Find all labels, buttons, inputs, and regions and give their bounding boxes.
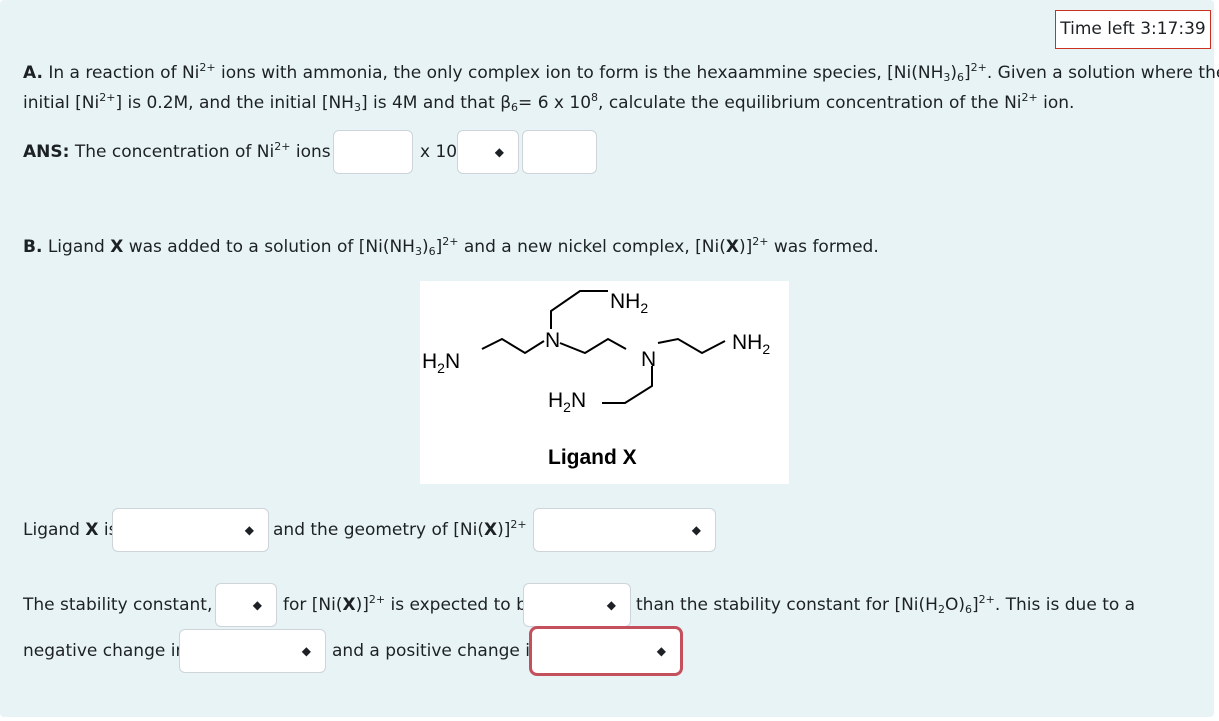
chevron-up-down-icon: ◆ [494,145,504,159]
ligand-x: X [110,237,124,257]
text: was formed. [768,237,879,257]
subscript: 6 [957,71,964,84]
geometry-label: and the geometry of [Ni(X)]2+ is [273,519,546,541]
subscript: 3 [353,101,361,114]
n-left-label: N [545,329,560,352]
charge: 2+ [510,518,527,531]
part-b-letter: B. [23,237,43,257]
chevron-up-down-icon: ◆ [606,598,616,612]
text: = 6 x 10 [518,93,592,113]
subscript: 3 [414,245,422,258]
charge: 2+ [368,593,386,606]
text: ] is 4M and that β [360,93,512,113]
text: was added to a solution of [Ni(NH [123,237,415,257]
ligand-x: X [725,237,739,257]
charge: 2+ [1021,91,1038,104]
part-a-letter: A. [23,63,43,83]
text: initial [Ni [23,93,100,113]
text: ) [950,63,957,83]
text: and a new nickel complex, [Ni( [458,237,726,257]
figure-caption: Ligand X [548,446,637,469]
negative-change-select[interactable]: ◆ [179,629,326,673]
text: O) [944,595,965,615]
subscript: 6 [511,101,519,114]
text: is expected to be [385,595,538,615]
nh2-right-label: NH2 [732,331,770,357]
ligand-x: X [85,520,99,540]
subscript: 6 [964,603,972,616]
charge: 2+ [199,61,216,74]
part-a-line-2: initial [Ni2+] is 0.2M, and the initial … [23,92,1074,114]
comparison-select[interactable]: ◆ [523,583,631,627]
text: The concentration of Ni [74,142,275,162]
text: ions with ammonia, the only complex ion … [221,63,944,83]
text: , calculate the equilibrium concentratio… [598,93,1022,113]
chevron-up-down-icon: ◆ [252,598,262,612]
n-right-label: N [641,348,656,371]
h2n-left-label: H2N [422,350,460,376]
text: )] [497,520,511,540]
ligand-x-structure-figure: NH2 N H2N N NH2 H2N Ligand X [420,281,789,484]
text: ] [964,63,971,83]
text: ] [971,595,979,615]
text: Ligand [47,237,111,257]
chevron-up-down-icon: ◆ [691,523,701,537]
nh2-top-label: NH2 [610,290,648,316]
charge: 2+ [978,593,995,606]
stability-constant-label: The stability constant, β [23,595,229,615]
text: than the stability constant for [Ni(H [636,595,938,615]
geometry-select[interactable]: ◆ [533,508,716,552]
text: Ligand [23,520,86,540]
positive-change-label: and a positive change in [332,641,541,661]
beta-subscript-select[interactable]: ◆ [215,583,277,627]
text: )] [738,237,753,257]
part-b-intro: B. Ligand X was added to a solution of [… [23,236,879,258]
text: and the geometry of [Ni( [273,520,484,540]
expected-label: for [Ni(X)]2+ is expected to be [283,594,537,616]
ligand-x: X [483,520,498,540]
ligand-x-structure: NH2 N H2N N NH2 H2N Ligand X [422,290,770,469]
text: . Given a solution where the [986,63,1219,83]
text: for [Ni( [283,595,343,615]
text: ) [421,237,429,257]
question-panel: Time left 3:17:39 A. In a reaction of Ni… [0,0,1219,717]
exponent-input[interactable] [522,130,597,174]
subscript: 2 [937,603,945,616]
text: )] [355,595,369,615]
subscript: 6 [428,245,436,258]
text: ion. [1037,93,1075,113]
charge: 2+ [99,91,116,104]
charge: 2+ [442,235,459,248]
exponent: 8 [591,91,599,104]
ans-label: ANS: [23,142,70,162]
text: In a reaction of Ni [48,63,200,83]
chevron-up-down-icon: ◆ [301,644,311,658]
chevron-up-down-icon: ◆ [244,523,254,537]
text: ] is 0.2M, and the initial [NH [115,93,354,113]
charge: 2+ [970,61,987,74]
concentration-coefficient-input[interactable] [333,130,413,174]
time-left-indicator: Time left 3:17:39 [1055,10,1211,49]
h2n-bottom-label: H2N [548,389,586,415]
answer-label: ANS: The concentration of Ni2+ ions is [23,141,350,163]
comparison-text: than the stability constant for [Ni(H2O)… [636,594,1135,616]
times-ten-label: x 10 [420,142,458,162]
positive-change-select[interactable]: ◆ [529,626,683,676]
negative-change-label: negative change in [23,641,187,661]
charge: 2+ [274,140,291,153]
ligand-x: X [342,595,356,615]
ligand-type-select[interactable]: ◆ [112,508,269,552]
charge: 2+ [752,235,769,248]
ligand-x-is-label: Ligand X is [23,519,117,541]
exponent-sign-select[interactable]: ◆ [457,130,519,174]
text: . This is due to a [994,595,1136,615]
part-a-line-1: A. In a reaction of Ni2+ ions with ammon… [23,62,1219,84]
chevron-up-down-icon: ◆ [656,644,666,658]
